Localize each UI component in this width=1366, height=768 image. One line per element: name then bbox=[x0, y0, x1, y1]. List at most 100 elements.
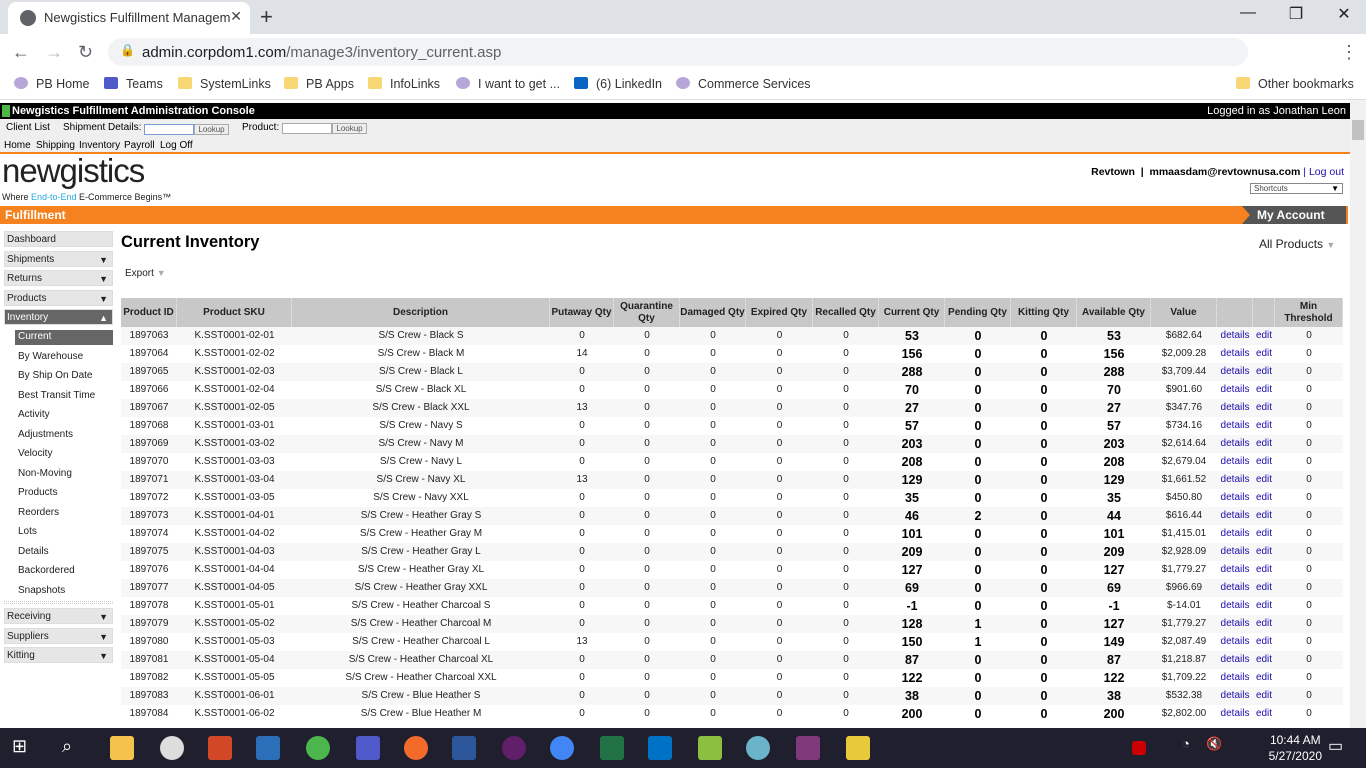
edit-link[interactable]: edit bbox=[1253, 399, 1275, 417]
onenote-icon[interactable] bbox=[796, 736, 820, 760]
app-icon[interactable] bbox=[404, 736, 428, 760]
nav-log-off[interactable]: Log Off bbox=[160, 140, 193, 151]
bookmark-pb-apps[interactable]: PB Apps bbox=[284, 77, 354, 91]
sidebar-item-dashboard[interactable]: Dashboard bbox=[4, 231, 113, 247]
details-link[interactable]: details bbox=[1217, 381, 1253, 399]
chrome-icon[interactable] bbox=[550, 736, 574, 760]
sidebar-subitem-current[interactable]: Current bbox=[15, 330, 113, 345]
forward-icon[interactable]: → bbox=[45, 42, 63, 63]
nav-payroll[interactable]: Payroll bbox=[124, 140, 155, 151]
sidebar-subitem-best-transit-time[interactable]: Best Transit Time bbox=[18, 390, 95, 401]
new-tab-button[interactable]: + bbox=[260, 4, 273, 30]
notifications-icon[interactable]: ▭ bbox=[1328, 736, 1343, 756]
app-icon[interactable] bbox=[846, 736, 870, 760]
edit-link[interactable]: edit bbox=[1253, 327, 1275, 345]
edit-link[interactable]: edit bbox=[1253, 705, 1275, 723]
shortcuts-select[interactable]: Shortcuts ▼ bbox=[1250, 183, 1343, 194]
sidebar-item-suppliers[interactable]: Suppliers ▼ bbox=[4, 628, 113, 644]
sidebar-item-shipments[interactable]: Shipments ▼ bbox=[4, 251, 113, 267]
address-bar[interactable]: 🔒 admin.corpdom1.com/manage3/inventory_cu… bbox=[108, 38, 1248, 66]
other-bookmarks[interactable]: Other bookmarks bbox=[1236, 77, 1354, 91]
nav-shipping[interactable]: Shipping bbox=[36, 140, 75, 151]
edit-link[interactable]: edit bbox=[1253, 471, 1275, 489]
column-header-expired-qty[interactable]: Expired Qty bbox=[746, 298, 813, 327]
scrollbar-thumb[interactable] bbox=[1352, 120, 1364, 140]
details-link[interactable]: details bbox=[1217, 579, 1253, 597]
sidebar-subitem-adjustments[interactable]: Adjustments bbox=[18, 429, 73, 440]
wifi-icon[interactable]: ◔ bbox=[1182, 736, 1190, 751]
clock[interactable]: 10:44 AM 5/27/2020 bbox=[1269, 732, 1322, 764]
edit-link[interactable]: edit bbox=[1253, 525, 1275, 543]
reload-icon[interactable]: ↻ bbox=[78, 42, 93, 63]
windows-start-icon[interactable]: ⊞ bbox=[12, 736, 36, 760]
sidebar-subitem-backordered[interactable]: Backordered bbox=[18, 565, 75, 576]
edit-link[interactable]: edit bbox=[1253, 633, 1275, 651]
slack-icon[interactable] bbox=[502, 736, 526, 760]
edit-link[interactable]: edit bbox=[1253, 669, 1275, 687]
nav-inventory[interactable]: Inventory bbox=[79, 140, 120, 151]
my-account-tab[interactable]: My Account bbox=[1242, 206, 1346, 224]
column-header-putaway-qty[interactable]: Putaway Qty bbox=[550, 298, 614, 327]
sidebar-subitem-snapshots[interactable]: Snapshots bbox=[18, 585, 65, 596]
details-link[interactable]: details bbox=[1217, 669, 1253, 687]
details-link[interactable]: details bbox=[1217, 399, 1253, 417]
details-link[interactable]: details bbox=[1217, 705, 1253, 723]
outlook-icon[interactable] bbox=[648, 736, 672, 760]
edit-link[interactable]: edit bbox=[1253, 579, 1275, 597]
column-header-edit[interactable] bbox=[1253, 298, 1275, 327]
column-header-quarantine-qty[interactable]: Quarantine Qty bbox=[614, 298, 680, 327]
app-icon[interactable] bbox=[698, 736, 722, 760]
sidebar-item-kitting[interactable]: Kitting ▼ bbox=[4, 647, 113, 663]
details-link[interactable]: details bbox=[1217, 345, 1253, 363]
sidebar-subitem-details[interactable]: Details bbox=[18, 546, 49, 557]
details-link[interactable]: details bbox=[1217, 525, 1253, 543]
bookmark-i-want-to-get[interactable]: I want to get ... bbox=[456, 77, 560, 91]
maximize-button[interactable]: ❐ bbox=[1276, 4, 1316, 24]
edit-link[interactable]: edit bbox=[1253, 489, 1275, 507]
volume-icon[interactable]: 🔇 bbox=[1206, 736, 1222, 752]
file-explorer-icon[interactable] bbox=[110, 736, 134, 760]
menu-icon[interactable]: ⋮ bbox=[1340, 42, 1358, 63]
close-tab-icon[interactable]: ✕ bbox=[230, 8, 242, 25]
sidebar-subitem-by-ship-on-date[interactable]: By Ship On Date bbox=[18, 370, 92, 381]
search-icon[interactable]: ⌕ bbox=[62, 736, 86, 760]
sidebar-subitem-velocity[interactable]: Velocity bbox=[18, 448, 52, 459]
browser-tab[interactable]: Newgistics Fulfillment Managem ✕ bbox=[8, 2, 250, 34]
edit-link[interactable]: edit bbox=[1253, 561, 1275, 579]
powershell-icon[interactable] bbox=[256, 736, 280, 760]
edit-link[interactable]: edit bbox=[1253, 507, 1275, 525]
column-header-current-qty[interactable]: Current Qty bbox=[879, 298, 945, 327]
product-filter-dropdown[interactable]: All Products ▼ bbox=[1259, 237, 1335, 251]
sidebar-subitem-reorders[interactable]: Reorders bbox=[18, 507, 59, 518]
client-list-link[interactable]: Client List bbox=[6, 122, 50, 133]
sidebar-item-inventory[interactable]: Inventory ▲ bbox=[4, 309, 113, 325]
column-header-product-sku[interactable]: Product SKU bbox=[177, 298, 292, 327]
shipment-details-input[interactable] bbox=[144, 124, 194, 135]
close-window-button[interactable]: ✕ bbox=[1324, 4, 1364, 24]
edit-link[interactable]: edit bbox=[1253, 453, 1275, 471]
bookmark-commerce-services[interactable]: Commerce Services bbox=[676, 77, 811, 91]
edit-link[interactable]: edit bbox=[1253, 615, 1275, 633]
edit-link[interactable]: edit bbox=[1253, 363, 1275, 381]
column-header-pending-qty[interactable]: Pending Qty bbox=[945, 298, 1011, 327]
product-input[interactable] bbox=[282, 123, 332, 134]
details-link[interactable]: details bbox=[1217, 489, 1253, 507]
column-header-available-qty[interactable]: Available Qty bbox=[1077, 298, 1151, 327]
sidebar-item-products[interactable]: Products ▼ bbox=[4, 290, 113, 306]
details-link[interactable]: details bbox=[1217, 363, 1253, 381]
column-header-value[interactable]: Value bbox=[1151, 298, 1217, 327]
sidebar-item-returns[interactable]: Returns ▼ bbox=[4, 270, 113, 286]
edit-link[interactable]: edit bbox=[1253, 417, 1275, 435]
sidebar-subitem-products[interactable]: Products bbox=[18, 487, 57, 498]
column-header-kitting-qty[interactable]: Kitting Qty bbox=[1011, 298, 1077, 327]
edit-link[interactable]: edit bbox=[1253, 345, 1275, 363]
edit-link[interactable]: edit bbox=[1253, 435, 1275, 453]
details-link[interactable]: details bbox=[1217, 417, 1253, 435]
powerpoint-icon[interactable] bbox=[208, 736, 232, 760]
mcafee-icon[interactable] bbox=[1132, 741, 1146, 755]
excel-icon[interactable] bbox=[600, 736, 624, 760]
details-link[interactable]: details bbox=[1217, 543, 1253, 561]
bookmark-teams[interactable]: Teams bbox=[104, 77, 163, 91]
details-link[interactable]: details bbox=[1217, 597, 1253, 615]
edit-link[interactable]: edit bbox=[1253, 381, 1275, 399]
